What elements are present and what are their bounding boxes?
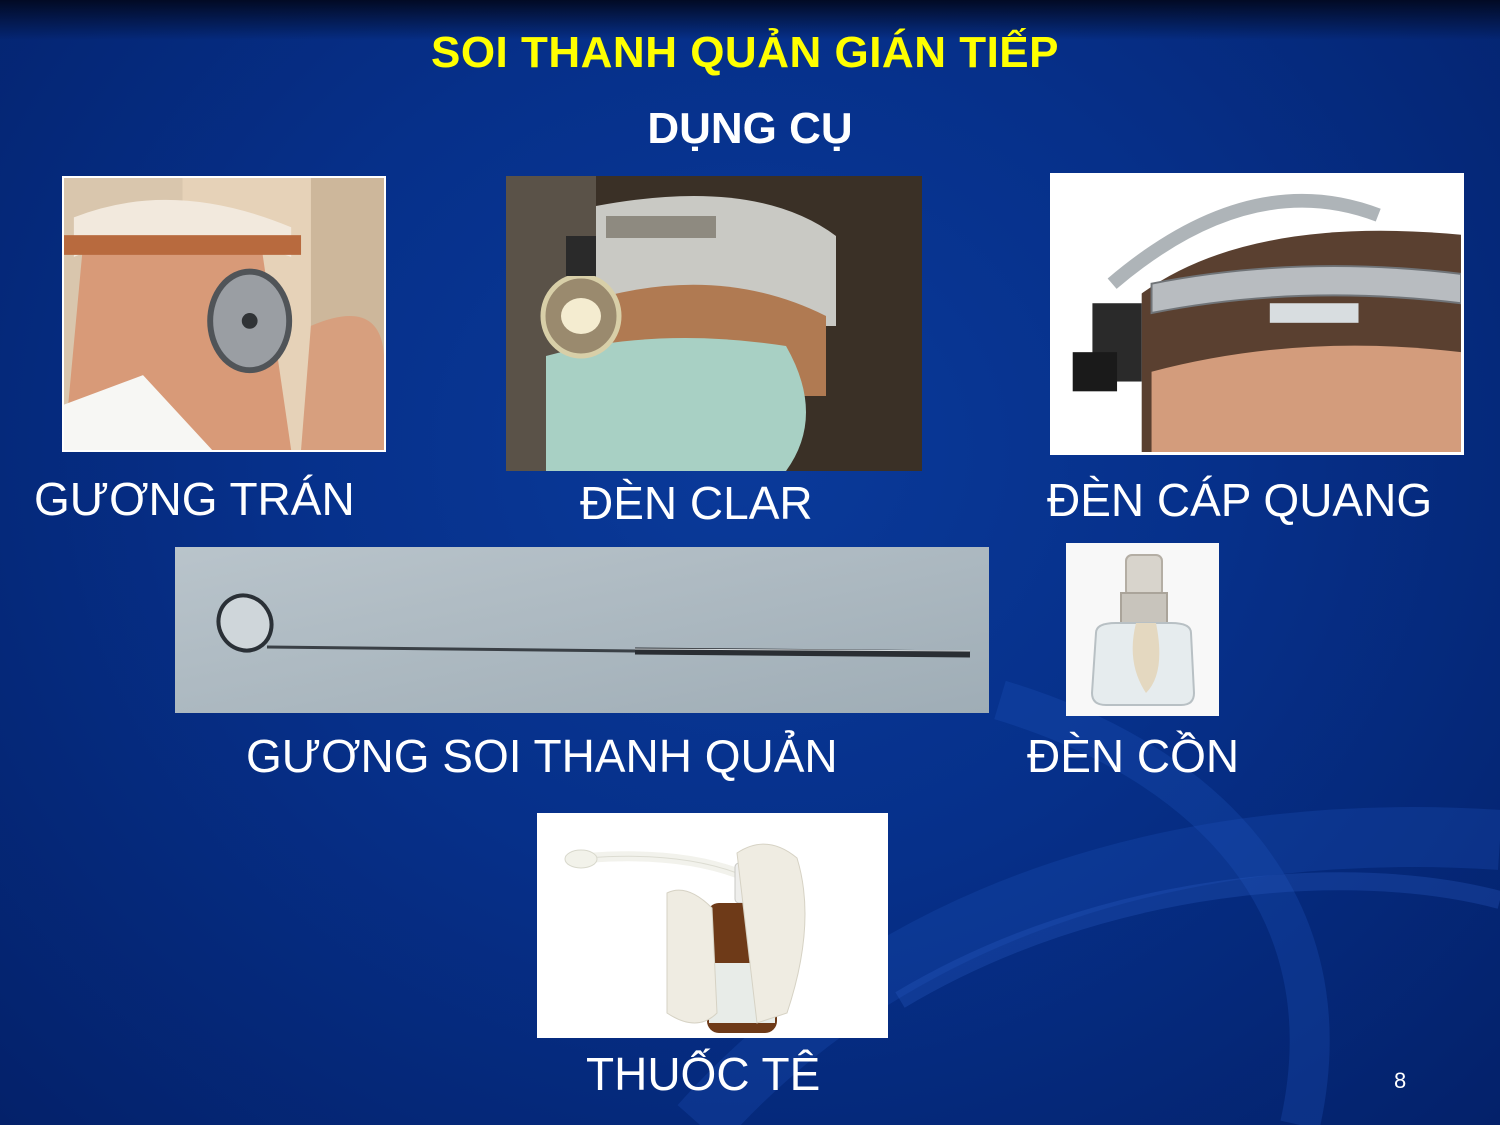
slide-title: SOI THANH QUẢN GIÁN TIẾP [430, 28, 1060, 77]
alcohol-lamp-photo [1066, 543, 1219, 716]
clar-lamp-photo [506, 176, 922, 471]
head-mirror-label: GƯƠNG TRÁN [34, 473, 355, 525]
alcohol-lamp-label: ĐÈN CỒN [1027, 730, 1240, 782]
fiber-optic-lamp-photo [1050, 173, 1464, 455]
slide-subtitle: DỤNG CỤ [647, 104, 853, 153]
laryngeal-mirror-photo [175, 547, 989, 713]
anesthetic-spray-label: THUỐC TÊ [586, 1048, 821, 1100]
page-number: 8 [1394, 1068, 1407, 1093]
laryngeal-mirror-label: GƯƠNG SOI THANH QUẢN [246, 730, 838, 782]
head-mirror-photo [62, 176, 386, 452]
anesthetic-spray-photo [537, 813, 888, 1038]
fiber-optic-lamp-label: ĐÈN CÁP QUANG [1047, 474, 1433, 526]
clar-lamp-label: ĐÈN CLAR [580, 477, 813, 529]
